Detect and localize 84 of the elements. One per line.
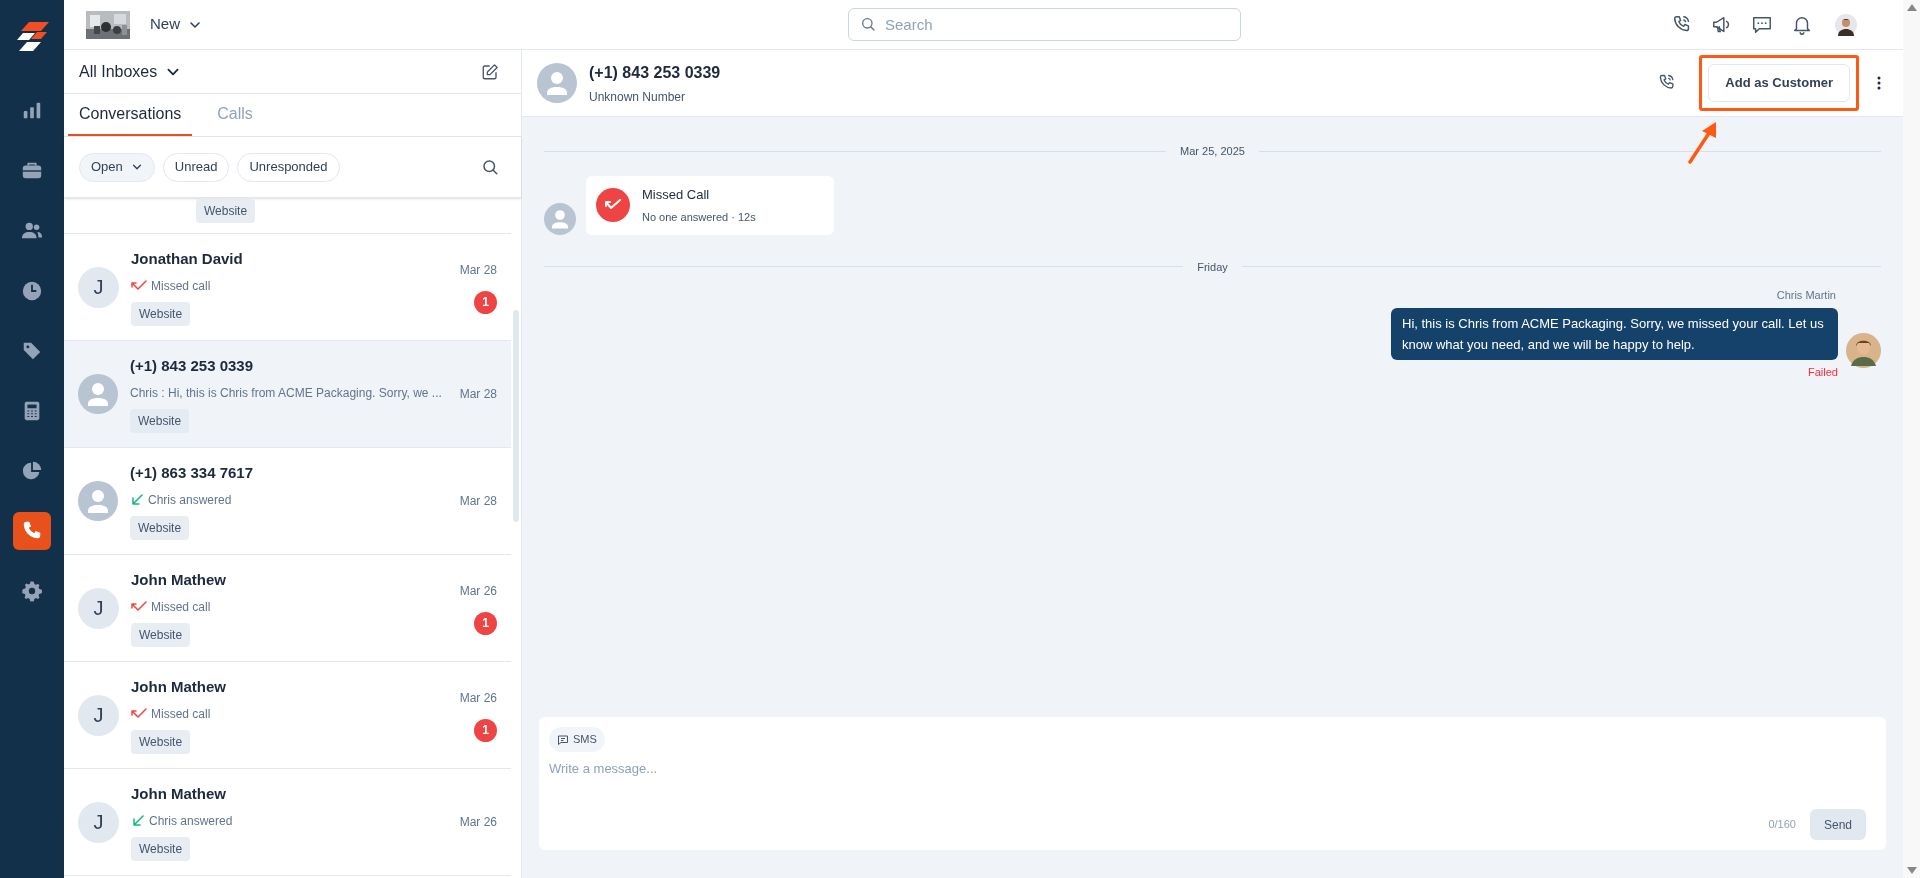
missed-call-icon <box>131 707 147 720</box>
person-avatar-icon <box>537 63 577 103</box>
arrow-annotation <box>1687 120 1719 164</box>
message-bubble: Hi, this is Chris from ACME Packaging. Sorry, we missed your call. Let us know what you need, and we will be happy to help. <box>1391 307 1838 360</box>
call-status: Chris answered <box>148 491 232 509</box>
missed-call-icon <box>131 279 147 292</box>
nav-item[interactable] <box>13 512 51 550</box>
channel-chip[interactable]: SMS <box>549 727 605 752</box>
date-divider: Mar 25, 2025 <box>1180 144 1245 159</box>
filter-chip[interactable]: Open <box>79 152 155 182</box>
contact-name: Jonathan David <box>131 249 244 270</box>
conversation-date: Mar 26 <box>459 814 497 831</box>
source-tag: Website <box>131 301 191 326</box>
message-input[interactable]: Write a message... <box>549 758 1876 778</box>
compose-button[interactable] <box>481 62 499 81</box>
message-preview: Chris : Hi, this is Chris from ACME Packaging. Sorry, we ... <box>130 384 443 402</box>
settings-icon <box>21 580 43 602</box>
incoming-call-icon <box>130 492 144 507</box>
source-tag: Website <box>131 622 191 647</box>
sender-name: Chris Martin <box>1776 288 1837 303</box>
person-avatar-icon <box>78 374 118 414</box>
inbox-dropdown[interactable]: All Inboxes <box>79 59 182 84</box>
message-icon <box>557 733 569 746</box>
missed-call-icon <box>131 600 147 613</box>
scrollbar[interactable] <box>1903 0 1920 878</box>
pie-chart-icon <box>21 460 43 482</box>
contact-avatar: J <box>78 694 119 736</box>
call-detail: No one answered · 12s <box>642 209 756 225</box>
unread-badge: 1 <box>474 611 497 635</box>
contact-name: (+1) 863 334 7617 <box>130 463 255 484</box>
incoming-call-icon <box>131 813 145 828</box>
scroll-down-icon[interactable] <box>1906 867 1917 874</box>
contact-avatar: J <box>78 587 119 629</box>
source-tag: Website <box>130 408 190 433</box>
contact-name: John Mathew <box>131 677 227 698</box>
contact-title: (+1) 843 253 0339 <box>589 62 722 83</box>
source-tag: Website <box>130 515 190 540</box>
add-customer-button[interactable]: Add as Customer <box>1708 64 1850 102</box>
contact-name: (+1) 843 253 0339 <box>130 356 255 377</box>
conversation-date: Mar 28 <box>459 261 497 279</box>
conversation-date: Mar 28 <box>459 493 497 510</box>
conversation-date: Mar 28 <box>459 386 497 403</box>
search-button[interactable] <box>481 158 499 176</box>
agent-avatar <box>1846 333 1881 368</box>
message-status: Failed <box>1808 364 1838 380</box>
tag-icon <box>21 340 43 362</box>
user-avatar[interactable] <box>1835 13 1857 36</box>
more-vertical-icon <box>1877 76 1881 90</box>
call-title: Missed Call <box>642 186 711 204</box>
conversation-date: Mar 26 <box>459 689 497 707</box>
person-avatar-icon <box>544 202 576 235</box>
call-status: Missed call <box>151 598 211 616</box>
unread-badge: 1 <box>474 718 497 742</box>
clock-icon <box>21 280 43 302</box>
unread-badge: 1 <box>474 290 497 314</box>
tab[interactable]: Conversations <box>68 94 193 136</box>
filter-chip[interactable]: Unread <box>162 152 230 182</box>
call-status: Missed call <box>151 277 211 295</box>
more-button[interactable] <box>1877 76 1881 90</box>
contact-name: John Mathew <box>131 570 227 591</box>
conversation-date: Mar 26 <box>459 582 497 600</box>
scroll-up-icon[interactable] <box>1906 4 1917 11</box>
conversation-item[interactable]: (+1) 843 253 0339 Chris : Hi, this is Chris from ACME Packaging. Sorry, we ... Website Mar 28 <box>64 341 511 448</box>
source-tag: Website <box>196 199 256 223</box>
source-tag: Website <box>131 836 191 861</box>
contact-avatar: J <box>78 266 119 308</box>
contact-subtitle: Unknown Number <box>589 88 687 106</box>
contact-name: John Mathew <box>131 784 227 805</box>
missed-call-icon <box>596 188 630 222</box>
workspace-dropdown[interactable]: New <box>150 13 202 36</box>
call-status: Chris answered <box>149 812 233 830</box>
source-tag: Website <box>131 729 191 754</box>
character-counter: 0/160 <box>1768 817 1796 833</box>
date-divider: Friday <box>1197 259 1228 275</box>
search-field[interactable]: Search <box>848 8 1241 41</box>
search-icon <box>481 158 499 176</box>
edit-icon <box>481 62 499 81</box>
call-status: Missed call <box>151 705 211 723</box>
send-button[interactable]: Send <box>1809 809 1866 840</box>
search-icon <box>860 16 876 32</box>
contact-avatar: J <box>78 801 119 843</box>
filter-chip[interactable]: Unresponded <box>237 152 340 182</box>
scrollbar-thumb[interactable] <box>513 310 519 522</box>
person-avatar-icon <box>78 481 118 521</box>
